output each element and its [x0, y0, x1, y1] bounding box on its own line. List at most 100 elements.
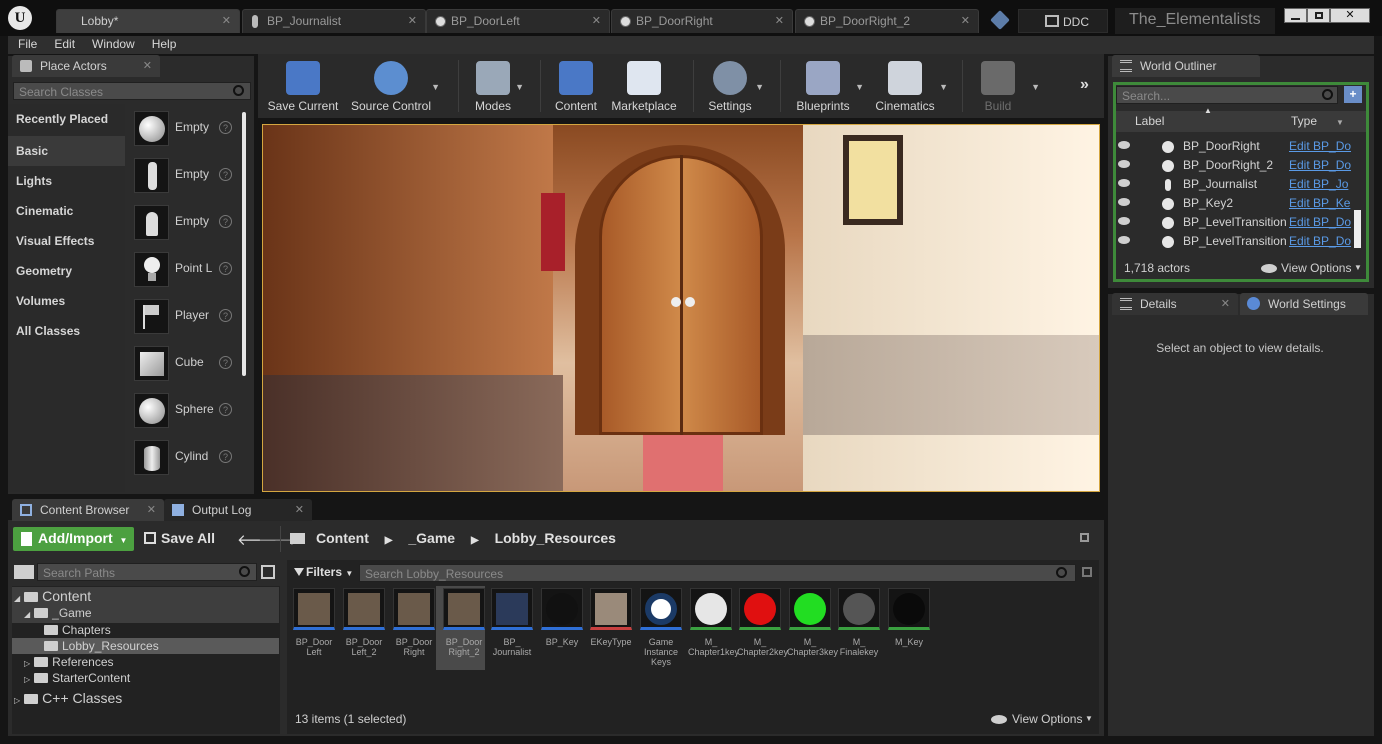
close-icon[interactable]: ✕ [222, 14, 231, 27]
view-options-button[interactable]: View Options [1012, 712, 1082, 726]
source-control-status-icon[interactable] [990, 10, 1010, 30]
category-basic[interactable]: Basic [8, 136, 125, 166]
column-label[interactable]: Label [1135, 114, 1164, 128]
visibility-eye-icon[interactable] [1118, 236, 1130, 244]
collapsed-arrow-icon[interactable]: ▷ [24, 675, 30, 684]
collections-toggle-icon[interactable] [14, 565, 34, 579]
asset-tile[interactable]: M_ Chapter2key [737, 588, 788, 657]
menu-file[interactable]: File [8, 36, 44, 51]
asset-tile[interactable]: M_ Chapter1key [688, 588, 739, 657]
asset-tile[interactable]: M_Key [886, 588, 932, 647]
dropdown-arrow-icon[interactable]: ▼ [939, 82, 948, 92]
breadcrumb-game[interactable]: _Game [408, 530, 455, 546]
tree-item-chapters[interactable]: Chapters [44, 623, 111, 637]
tab-output-log[interactable]: Output Log ✕ [164, 499, 312, 521]
help-icon[interactable]: ? [219, 356, 232, 369]
edit-blueprint-link[interactable]: Edit BP_Jo [1289, 177, 1351, 191]
close-icon[interactable]: ✕ [147, 503, 156, 516]
asset-tile[interactable]: M_ Finalekey [836, 588, 882, 657]
help-icon[interactable]: ? [219, 121, 232, 134]
collapsed-arrow-icon[interactable]: ▷ [24, 659, 30, 668]
outliner-row[interactable]: BP_DoorRight_2 Edit BP_Do [1114, 156, 1366, 175]
actor-point-light[interactable]: Point L? [130, 249, 236, 293]
outliner-row[interactable]: BP_DoorRight Edit BP_Do [1114, 137, 1366, 156]
outliner-row[interactable]: BP_Journalist Edit BP_Jo [1114, 175, 1366, 194]
search-icon[interactable] [1322, 89, 1333, 100]
actor-cube[interactable]: Cube? [130, 343, 236, 387]
close-icon[interactable]: ✕ [775, 14, 784, 27]
search-classes-input[interactable]: Search Classes [13, 82, 251, 100]
blueprints-button[interactable]: Blueprints ▼ [792, 58, 864, 116]
marketplace-button[interactable]: Marketplace [608, 58, 680, 116]
tab-bp-doorleft[interactable]: BP_DoorLeft ✕ [426, 9, 610, 33]
outliner-row[interactable]: BP_LevelTransition Edit BP_Do [1114, 232, 1366, 251]
modes-button[interactable]: Modes ▼ [468, 58, 524, 116]
dropdown-arrow-icon[interactable]: ▼ [431, 82, 440, 92]
asset-tile[interactable]: EKeyType [588, 588, 634, 647]
category-all-classes[interactable]: All Classes [8, 316, 125, 346]
tab-bp-doorright-2[interactable]: BP_DoorRight_2 ✕ [795, 9, 979, 33]
breadcrumb-separator-icon[interactable]: ▶ [471, 535, 479, 546]
toolbar-overflow-icon[interactable]: » [1080, 76, 1089, 94]
category-lights[interactable]: Lights [8, 166, 125, 196]
asset-tile[interactable]: M_ Chapter3key [787, 588, 838, 657]
tab-place-actors[interactable]: Place Actors ✕ [12, 55, 160, 77]
visibility-eye-icon[interactable] [1118, 198, 1130, 206]
save-all-button[interactable]: Save All [142, 530, 215, 546]
edit-blueprint-link[interactable]: Edit BP_Do [1289, 215, 1351, 229]
help-icon[interactable]: ? [219, 168, 232, 181]
tab-lobby[interactable]: Lobby* ✕ [56, 9, 240, 33]
outliner-row[interactable]: BP_Key2 Edit BP_Ke [1114, 194, 1366, 213]
source-control-button[interactable]: Source Control ▼ [348, 58, 440, 116]
close-icon[interactable]: ✕ [592, 14, 601, 27]
breadcrumb-lobby-resources[interactable]: Lobby_Resources [495, 530, 616, 546]
save-search-icon[interactable] [1082, 567, 1092, 577]
asset-search-input[interactable]: Search Lobby_Resources [359, 564, 1076, 582]
cinematics-button[interactable]: Cinematics ▼ [872, 58, 948, 116]
tab-bp-journalist[interactable]: BP_Journalist ✕ [242, 9, 426, 33]
level-viewport[interactable] [262, 124, 1100, 492]
search-icon[interactable] [239, 566, 250, 577]
tree-item-lobby-resources[interactable]: Lobby_Resources [44, 639, 159, 653]
actor-player-start[interactable]: Player? [130, 296, 236, 340]
expand-arrow-icon[interactable]: ◢ [24, 610, 30, 619]
outliner-scrollbar[interactable] [1354, 210, 1361, 248]
outliner-row[interactable]: BP_LevelTransition Edit BP_Do [1114, 213, 1366, 232]
minimize-button[interactable] [1284, 8, 1307, 23]
tab-world-outliner[interactable]: World Outliner [1112, 55, 1260, 77]
place-actors-scrollbar[interactable] [242, 112, 246, 376]
tree-item-content[interactable]: ◢ Content [14, 588, 91, 604]
help-icon[interactable]: ? [219, 262, 232, 275]
column-options-icon[interactable]: ▼ [1336, 118, 1344, 127]
tree-item-cpp-classes[interactable]: ▷ C++ Classes [14, 690, 122, 706]
edit-blueprint-link[interactable]: Edit BP_Do [1289, 139, 1351, 153]
tree-item-starter-content[interactable]: ▷ StarterContent [24, 671, 130, 685]
asset-tile[interactable]: BP_Door Right [391, 588, 437, 657]
edit-blueprint-link[interactable]: Edit BP_Do [1289, 158, 1351, 172]
search-paths-input[interactable]: Search Paths [37, 563, 257, 581]
help-icon[interactable]: ? [219, 403, 232, 416]
breadcrumb-content[interactable]: Content [316, 530, 369, 546]
save-current-button[interactable]: Save Current [264, 58, 342, 116]
visibility-eye-icon[interactable] [1118, 179, 1130, 187]
add-actor-icon[interactable]: + [1344, 86, 1362, 103]
path-options-icon[interactable] [261, 565, 275, 579]
actor-empty-pawn[interactable]: Empty? [130, 202, 236, 246]
close-icon[interactable]: ✕ [1221, 297, 1230, 310]
content-button[interactable]: Content [552, 58, 600, 116]
category-visual-effects[interactable]: Visual Effects [8, 226, 125, 256]
ddc-button[interactable]: DDC [1018, 9, 1108, 33]
tab-details[interactable]: Details ✕ [1112, 293, 1238, 315]
category-cinematic[interactable]: Cinematic [8, 196, 125, 226]
tree-item-references[interactable]: ▷ References [24, 655, 114, 669]
dropdown-arrow-icon[interactable]: ▼ [755, 82, 764, 92]
restore-button[interactable] [1307, 8, 1330, 23]
search-icon[interactable] [233, 85, 244, 96]
close-icon[interactable]: ✕ [143, 59, 152, 72]
close-icon[interactable]: ✕ [961, 14, 970, 27]
breadcrumb-separator-icon[interactable]: ▶ [385, 535, 393, 546]
asset-tile[interactable]: BP_Door Left [291, 588, 337, 657]
add-import-button[interactable]: Add/Import ▼ [13, 527, 134, 551]
tab-world-settings[interactable]: World Settings [1240, 293, 1368, 315]
category-volumes[interactable]: Volumes [8, 286, 125, 316]
